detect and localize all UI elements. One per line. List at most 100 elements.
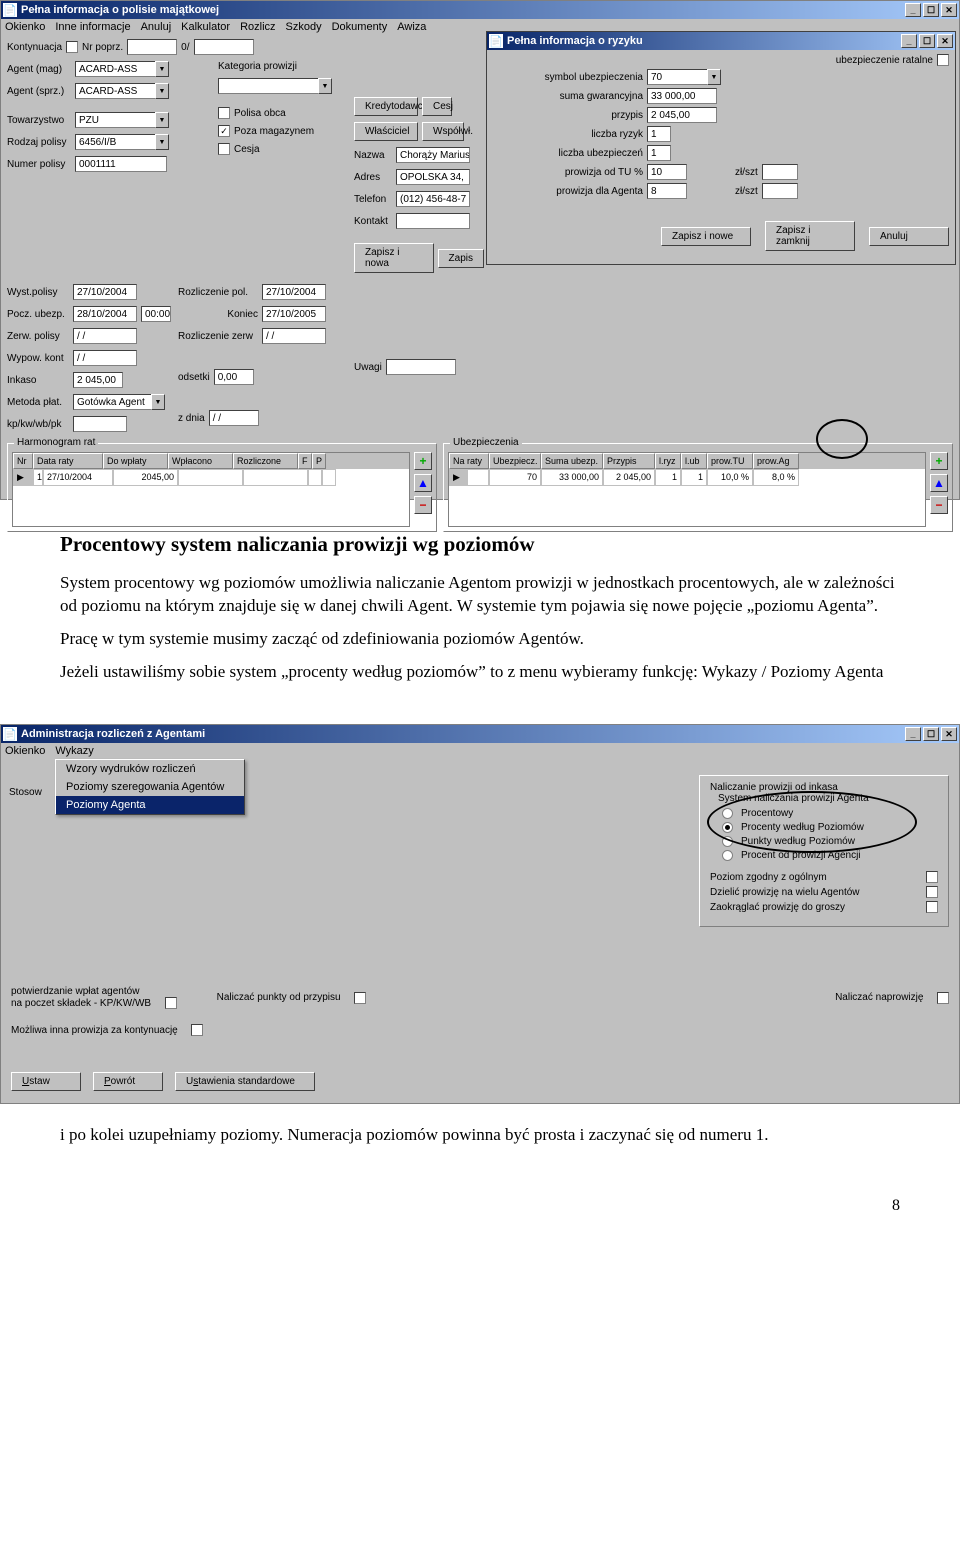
zapis-button[interactable]: Zapis [438, 249, 484, 268]
kp-field[interactable] [73, 416, 127, 432]
anuluj-button[interactable]: Anuluj [869, 227, 949, 246]
radio-procentowy[interactable] [722, 808, 733, 819]
z-dnia-label: z dnia [178, 413, 205, 424]
stosow-label: Stosow [9, 787, 42, 798]
close-icon[interactable]: ✕ [941, 727, 957, 741]
prow-ag-field[interactable]: 8 [647, 183, 687, 199]
kontakt-field[interactable] [396, 213, 470, 229]
radio-proc-poziom[interactable] [722, 822, 733, 833]
ustaw-button[interactable]: Ustaw [11, 1072, 81, 1091]
maximize-icon[interactable]: ☐ [919, 34, 935, 48]
mozliwa-checkbox[interactable] [191, 1024, 203, 1036]
agent-mag-combo[interactable]: ACARD-ASS▼ [75, 61, 169, 77]
mozliwa-label: Możliwa inna prowizja za kontynuację [11, 1025, 178, 1036]
zaokr-checkbox[interactable] [926, 901, 938, 913]
ubez-ratalne-checkbox[interactable] [937, 54, 949, 66]
koniec-field[interactable]: 27/10/2005 [262, 306, 326, 322]
maximize-icon[interactable]: ☐ [923, 727, 939, 741]
rodzaj-combo[interactable]: 6456/I/B▼ [75, 134, 169, 150]
menu-item-poziomy-szer[interactable]: Poziomy szeregowania Agentów [56, 778, 244, 796]
adres-field[interactable]: OPOLSKA 34, [396, 169, 470, 185]
poziom-zgodny-checkbox[interactable] [926, 871, 938, 883]
cesja-checkbox[interactable] [218, 143, 230, 155]
nrpoprz-field1[interactable] [127, 39, 177, 55]
cesj-button[interactable]: Cesj [422, 97, 452, 116]
rozl-pol-field[interactable]: 27/10/2004 [262, 284, 326, 300]
kategoria-combo[interactable]: ▼ [218, 78, 332, 94]
minimize-icon[interactable]: _ [905, 3, 921, 17]
menu-szkody[interactable]: Szkody [286, 21, 322, 33]
naliczac-napr-checkbox[interactable] [937, 992, 949, 1004]
przypis-field[interactable]: 2 045,00 [647, 107, 717, 123]
naliczac-punkty-checkbox[interactable] [354, 992, 366, 1004]
na-poczet-checkbox[interactable] [165, 997, 177, 1009]
up-icon[interactable]: ▲ [414, 474, 432, 492]
polisa-obca-checkbox[interactable] [218, 107, 230, 119]
zerw-field[interactable]: / / [73, 328, 137, 344]
metoda-combo[interactable]: Gotówka Agent▼ [73, 394, 165, 410]
nrpoprz-field2[interactable] [194, 39, 254, 55]
menu-item-poziomy-agenta[interactable]: Poziomy Agenta [56, 796, 244, 814]
powrot-button[interactable]: Powrót [93, 1072, 163, 1091]
menu-rozlicz[interactable]: Rozlicz [240, 21, 275, 33]
kredytodawca-button[interactable]: Kredytodawca [354, 97, 418, 116]
harm-row[interactable]: ▶ 1 27/10/2004 2045,00 [13, 469, 409, 486]
towarzystwo-combo[interactable]: PZU▼ [75, 112, 169, 128]
wyst-field[interactable]: 27/10/2004 [73, 284, 137, 300]
nazwa-field[interactable]: Chorąży Marius [396, 147, 470, 163]
prow-tu-zl-field[interactable] [762, 164, 798, 180]
menu-dokumenty[interactable]: Dokumenty [332, 21, 388, 33]
wypow-field[interactable]: / / [73, 350, 137, 366]
odsetki-field[interactable]: 0,00 [214, 369, 254, 385]
maximize-icon[interactable]: ☐ [923, 3, 939, 17]
ubez-grid[interactable]: Na raty Ubezpiecz. Suma ubezp. Przypis l… [448, 452, 926, 527]
close-icon[interactable]: ✕ [937, 34, 953, 48]
telefon-field[interactable]: (012) 456-48-7 [396, 191, 470, 207]
menu-inne[interactable]: Inne informacje [55, 21, 130, 33]
menu-okienko[interactable]: Okienko [5, 745, 45, 757]
rozl-zerw-field[interactable]: / / [262, 328, 326, 344]
menu-awiza[interactable]: Awiza [397, 21, 426, 33]
uwagi-field[interactable] [386, 359, 456, 375]
zl-szt-label2: zł/szt [735, 186, 758, 197]
wspolwl-button[interactable]: Współwł. [422, 122, 464, 141]
minimize-icon[interactable]: _ [905, 727, 921, 741]
zapisz-nowa-button[interactable]: Zapisz i nowa [354, 243, 434, 273]
liczba-ubez-field[interactable]: 1 [647, 145, 671, 161]
zapisz-zamknij-button[interactable]: Zapisz i zamknij [765, 221, 855, 251]
poza-mag-checkbox[interactable]: ✓ [218, 125, 230, 137]
radio-proc-agencji[interactable] [722, 850, 733, 861]
numer-field[interactable]: 0001111 [75, 156, 167, 172]
wlasciciel-button[interactable]: Właściciel [354, 122, 418, 141]
minimize-icon[interactable]: _ [901, 34, 917, 48]
symbol-combo[interactable]: 70▼ [647, 69, 721, 85]
pocz-time-field[interactable]: 00:00 [141, 306, 171, 322]
plus-icon[interactable]: + [930, 452, 948, 470]
radio-punkty-poziom[interactable] [722, 836, 733, 847]
menu-wykazy[interactable]: Wykazy [55, 745, 93, 757]
pocz-field[interactable]: 28/10/2004 [73, 306, 137, 322]
menu-item-wzory[interactable]: Wzory wydruków rozliczeń [56, 760, 244, 778]
plus-icon[interactable]: + [414, 452, 432, 470]
prow-tu-field[interactable]: 10 [647, 164, 687, 180]
close-icon[interactable]: ✕ [941, 3, 957, 17]
agent-sprz-combo[interactable]: ACARD-ASS▼ [75, 83, 169, 99]
dzielic-checkbox[interactable] [926, 886, 938, 898]
prow-ag-zl-field[interactable] [762, 183, 798, 199]
inkaso-field[interactable]: 2 045,00 [73, 372, 123, 388]
minus-icon[interactable]: − [930, 496, 948, 514]
menu-kalkulator[interactable]: Kalkulator [181, 21, 230, 33]
minus-icon[interactable]: − [414, 496, 432, 514]
zapisz-nowe-button[interactable]: Zapisz i nowe [661, 227, 751, 246]
liczba-ryzyk-field[interactable]: 1 [647, 126, 671, 142]
suma-field[interactable]: 33 000,00 [647, 88, 717, 104]
menu-okienko[interactable]: Okienko [5, 21, 45, 33]
ubez-row[interactable]: ▶ 70 33 000,00 2 045,00 1 1 10,0 % 8,0 % [449, 469, 925, 486]
harm-grid[interactable]: Nr Data raty Do wpłaty Wpłacono Rozliczo… [12, 452, 410, 527]
kontynuacja-checkbox[interactable] [66, 41, 78, 53]
menu-anuluj[interactable]: Anuluj [141, 21, 172, 33]
ust-std-button[interactable]: Ustawienia standardowe [175, 1072, 315, 1091]
up-icon[interactable]: ▲ [930, 474, 948, 492]
kategoria-label: Kategoria prowizji [218, 61, 297, 72]
z-dnia-field[interactable]: / / [209, 410, 259, 426]
